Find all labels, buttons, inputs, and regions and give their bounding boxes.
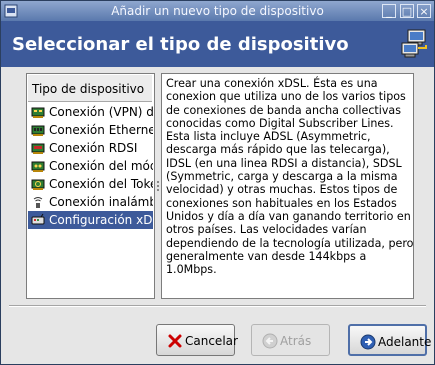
list-item-xdsl[interactable]: Configuración xDSL [28, 211, 153, 229]
xdsl-icon [31, 213, 45, 225]
back-button[interactable]: Atrás [251, 324, 330, 356]
minimize-button[interactable]: _ [382, 4, 396, 18]
modem-icon [31, 161, 45, 172]
main-content: Tipo de dispositivo Conexión (VPN) de C … [23, 71, 416, 299]
wireless-icon [33, 197, 43, 208]
list-item-vpn[interactable]: Conexión (VPN) de C [28, 103, 153, 121]
list-item-label: Configuración xDSL [49, 213, 153, 227]
list-item-modem[interactable]: Conexión del módem [28, 157, 153, 175]
title-bar[interactable]: Añadir un nuevo tipo de dispositivo _ □ … [1, 1, 434, 21]
list-column-header[interactable]: Tipo de dispositivo [28, 75, 152, 102]
cancel-x-icon [168, 334, 182, 348]
network-computers-icon [401, 29, 427, 58]
ethernet-card-icon [31, 125, 45, 136]
column-header-label: Tipo de dispositivo [32, 82, 145, 96]
list-item-wireless[interactable]: Conexión inalámbric [28, 193, 153, 211]
page-header: Seleccionar el tipo de dispositivo [1, 21, 434, 67]
list-item-label: Conexión del Token [49, 177, 153, 191]
pane-resize-handle[interactable] [154, 73, 161, 297]
list-item-ethernet[interactable]: Conexión Ethernet [28, 121, 153, 139]
close-button[interactable]: × [417, 4, 431, 18]
forward-arrow-icon [360, 334, 376, 350]
token-ring-icon [31, 179, 45, 190]
add-device-window: Añadir un nuevo tipo de dispositivo _ □ … [0, 0, 435, 365]
forward-button[interactable]: Adelante [348, 324, 431, 356]
forward-button-label: Adelante [378, 335, 432, 349]
cancel-button-label: Cancelar [185, 334, 238, 348]
vpn-icon [31, 107, 45, 118]
description-text: Crear una conexión xDSL. Ésta es una con… [166, 77, 414, 277]
maximize-button[interactable]: □ [400, 4, 414, 18]
button-separator [9, 305, 426, 307]
list-item-label: Conexión del módem [49, 159, 153, 173]
back-button-label: Atrás [280, 334, 312, 348]
cancel-button[interactable]: Cancelar [156, 324, 238, 356]
window-title: Añadir un nuevo tipo de dispositivo [111, 4, 324, 18]
page-title: Seleccionar el tipo de dispositivo [12, 34, 349, 55]
device-type-list[interactable]: Tipo de dispositivo Conexión (VPN) de C … [26, 73, 155, 299]
list-item-label: Conexión (VPN) de C [49, 105, 153, 119]
isdn-card-icon [31, 143, 45, 154]
list-item-isdn[interactable]: Conexión RDSI [28, 139, 153, 157]
back-arrow-icon [262, 333, 278, 349]
description-panel: Crear una conexión xDSL. Ésta es una con… [161, 73, 414, 299]
list-item-label: Conexión RDSI [49, 141, 138, 155]
list-item-label: Conexión Ethernet [49, 123, 153, 137]
list-item-label: Conexión inalámbric [49, 195, 153, 209]
list-item-token-ring[interactable]: Conexión del Token [28, 175, 153, 193]
